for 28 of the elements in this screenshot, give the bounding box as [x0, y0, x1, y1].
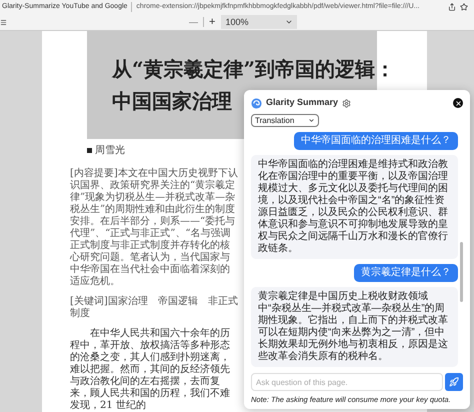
- user-message: 黄宗羲定律是什么？: [354, 264, 458, 282]
- keywords-text: [关键词]国家治理 帝国逻辑 非正式制度: [70, 296, 238, 320]
- assistant-message: 中华帝国面临的治理困难是维持式和政治教化在帝国治理中的重要平衡，以及帝国治理规模过大、多元文化以及委托与代理间的困境，以及现代社会中帝国之“名”的象征性资源日益匮乏，以及民众的公民权利意识、群体意识和参与意识不可抑制地发展导致的皇权与民众之间远隔千山万水和漫长的官僚行政链条。: [251, 155, 458, 259]
- close-icon: [454, 100, 462, 106]
- author-name: 周雪光: [95, 144, 125, 158]
- document-title: 从“黄宗羲定律”到帝国的逻辑：: [112, 56, 396, 83]
- send-button[interactable]: [445, 373, 463, 391]
- panel-title: Glarity Summary: [266, 96, 338, 110]
- star-icon[interactable]: [460, 3, 468, 12]
- question-input[interactable]: Ask question of this page.: [251, 373, 443, 391]
- zoom-out-button[interactable]: —: [187, 16, 200, 29]
- mode-select[interactable]: Translation: [251, 114, 319, 127]
- scrollbar[interactable]: [460, 242, 463, 302]
- user-message: 中华帝国面临的治理困难是什么？: [294, 132, 458, 150]
- settings-icon[interactable]: [342, 98, 352, 108]
- document-title: 中国国家治理: [112, 88, 232, 115]
- close-button[interactable]: [453, 98, 463, 108]
- zoom-in-button[interactable]: +: [207, 16, 218, 28]
- logo-icon: [251, 98, 262, 108]
- assistant-message: 黄宗羲定律是中国历史上税收财政领域中“杂税丛生—并税式改革—杂税丛生”的周期性现象。它指出，自上而下的并税式改革可以在短期内使“向来丛弊为之一清”，但中长期效果却无例外地与初衷相反，原因是这些改革会消失原有的税种名。: [251, 287, 458, 367]
- body-text: 在中华人民共和国六十余年的历程中，革开放、放权搞活等多种形态的沧桑之变，其人们感到扑朔迷离，难以把握。然而，其间的反经济领先与政治教化间的左右摇摆，去而复来，顾人民共和国的历程，我们不难发现，21 世纪的: [70, 328, 231, 412]
- sidebar-toggle-icon[interactable]: [0, 18, 7, 26]
- square-bullet-icon: [87, 148, 92, 153]
- share-icon[interactable]: [448, 3, 456, 12]
- chevron-down-icon: [308, 117, 315, 124]
- rocket-icon: [449, 377, 459, 387]
- zoom-select[interactable]: 100%: [221, 15, 298, 30]
- abstract-text: [内容提要]本文在中国大历史视野下认识国界、政策研究界关注的“黄宗羲定律”现象为切税丛生—并税式改革—杂税丛生”的周期性难和由此衍生的制度安排。在后半部分，则系——“委托与代理”、“正式与非正式”、“名与强调正式制度与非正式制度并存转化的核心研究问题。笔者认为，当代国家与中华帝国在当代社会中面临着深刻的适应危机。: [70, 168, 238, 288]
